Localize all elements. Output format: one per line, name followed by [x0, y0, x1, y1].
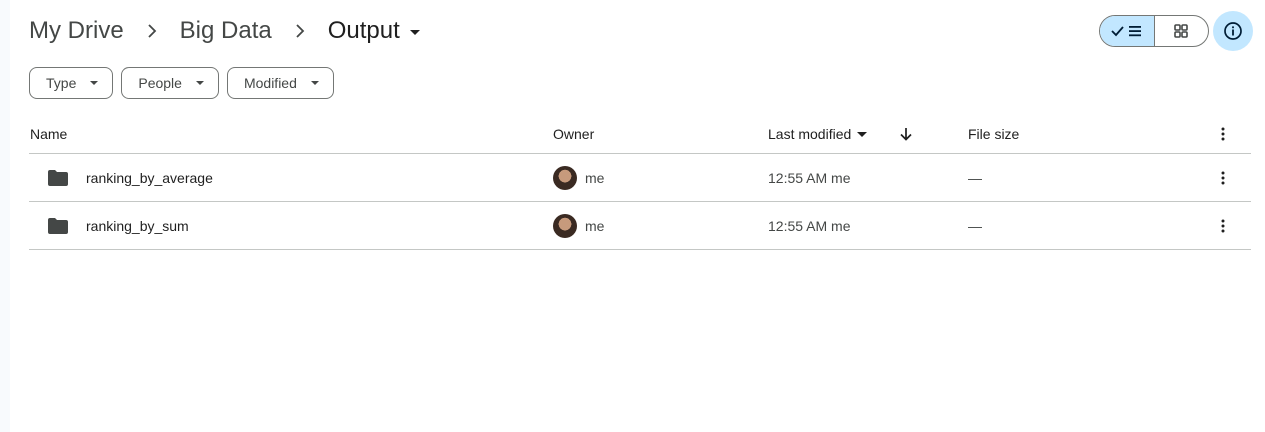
details-button[interactable] — [1213, 11, 1253, 51]
modified-text: 12:55 AM me — [768, 170, 851, 186]
filter-modified-chip[interactable]: Modified — [226, 67, 334, 99]
chevron-right-icon — [272, 24, 328, 38]
file-name[interactable]: ranking_by_average — [86, 170, 213, 186]
filter-modified-label: Modified — [243, 75, 297, 91]
arrow-down-icon — [900, 128, 912, 141]
grid-view-button[interactable] — [1155, 16, 1209, 46]
size-cell: — — [968, 202, 982, 250]
filter-chips: Type People Modified — [29, 67, 334, 99]
owner-name: me — [585, 218, 605, 234]
dropdown-arrow-icon — [195, 81, 204, 85]
breadcrumb: My Drive Big Data Output — [29, 14, 420, 48]
check-list-icon — [1111, 26, 1141, 37]
sort-direction-button[interactable] — [899, 114, 913, 154]
list-view-button[interactable] — [1100, 16, 1155, 46]
header-owner[interactable]: Owner — [553, 114, 594, 154]
modified-cell: 12:55 AM me — [768, 202, 851, 250]
breadcrumb-my-drive[interactable]: My Drive — [29, 14, 124, 48]
grid-icon — [1174, 24, 1189, 38]
owner-cell: me — [553, 202, 604, 250]
name-cell: ranking_by_average — [30, 154, 213, 202]
modified-text: 12:55 AM me — [768, 218, 851, 234]
size-cell: — — [968, 154, 982, 202]
more-vert-icon — [1221, 219, 1225, 233]
folder-icon — [48, 170, 68, 186]
folder-icon — [48, 218, 68, 234]
chevron-right-icon — [124, 24, 180, 38]
caret-down-icon — [409, 29, 420, 35]
view-toggle — [1099, 15, 1209, 47]
name-cell: ranking_by_sum — [30, 202, 189, 250]
filter-type-label: Type — [46, 75, 77, 91]
owner-name: me — [585, 170, 605, 186]
avatar — [553, 214, 577, 238]
header-more-button[interactable] — [1213, 114, 1233, 154]
info-icon — [1224, 22, 1242, 40]
breadcrumb-big-data[interactable]: Big Data — [180, 14, 272, 48]
avatar — [553, 166, 577, 190]
header-name[interactable]: Name — [30, 114, 67, 154]
file-name[interactable]: ranking_by_sum — [86, 218, 189, 234]
breadcrumb-current-folder[interactable]: Output — [328, 14, 420, 48]
row-more-button[interactable] — [1213, 154, 1233, 202]
caret-down-icon — [857, 131, 868, 137]
header-last-modified[interactable]: Last modified — [768, 114, 868, 154]
current-folder-label: Output — [327, 17, 400, 44]
main-panel: My Drive Big Data Output Type People Mod… — [10, 0, 1265, 432]
modified-cell: 12:55 AM me — [768, 154, 851, 202]
file-size: — — [968, 218, 982, 234]
filter-people-chip[interactable]: People — [121, 67, 219, 99]
filter-type-chip[interactable]: Type — [29, 67, 114, 99]
filter-people-label: People — [138, 75, 182, 91]
table-header: Name Owner Last modified File size — [29, 114, 1251, 154]
header-file-size[interactable]: File size — [968, 114, 1019, 154]
header-last-modified-label: Last modified — [768, 126, 852, 142]
more-vert-icon — [1221, 171, 1225, 185]
table-row[interactable]: ranking_by_sum me 12:55 AM me — — [29, 202, 1251, 250]
table-row[interactable]: ranking_by_average me 12:55 AM me — — [29, 154, 1251, 202]
dropdown-arrow-icon — [90, 81, 99, 85]
file-table: Name Owner Last modified File size ranki… — [29, 114, 1251, 250]
row-more-button[interactable] — [1213, 202, 1233, 250]
owner-cell: me — [553, 154, 604, 202]
file-size: — — [968, 170, 982, 186]
dropdown-arrow-icon — [310, 81, 319, 85]
more-vert-icon — [1221, 127, 1225, 141]
